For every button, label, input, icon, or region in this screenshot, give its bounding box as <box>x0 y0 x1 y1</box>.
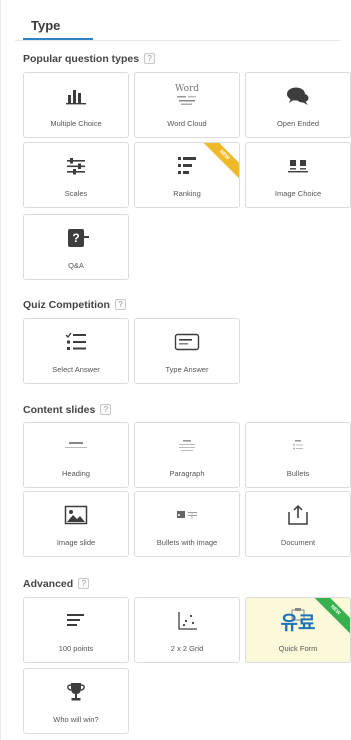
tile-label: Word Cloud <box>167 119 207 128</box>
tile-100-points[interactable]: 100 points <box>23 597 129 663</box>
tile-multiple-choice[interactable]: Multiple Choice <box>23 72 129 138</box>
tile-label: Scales <box>64 189 88 198</box>
tile-label: Type Answer <box>165 365 209 374</box>
tile-label: Multiple Choice <box>50 119 102 128</box>
help-icon[interactable]: ? <box>78 578 90 589</box>
tile-label: Bullets <box>286 469 310 478</box>
tile-label: 100 points <box>58 644 94 653</box>
document-upload-icon <box>288 504 308 525</box>
tile-type-answer[interactable]: Type Answer <box>134 318 240 384</box>
tile-label: Q&A <box>68 261 84 270</box>
tile-label: Quick Form <box>278 644 318 653</box>
tile-2x2-grid[interactable]: 2 x 2 Grid <box>134 597 240 663</box>
help-icon[interactable]: ? <box>114 299 126 310</box>
tile-paragraph[interactable]: Paragraph <box>134 422 240 488</box>
tile-heading[interactable]: Heading <box>23 422 129 488</box>
tile-label: 2 x 2 Grid <box>170 644 204 653</box>
tile-label: Select Answer <box>52 365 100 374</box>
grid-plot-icon <box>178 612 197 630</box>
checklist-icon <box>65 332 86 350</box>
tile-open-ended[interactable]: Open Ended <box>245 72 351 138</box>
section-title-content: Content slides? <box>23 404 112 416</box>
tab-type[interactable]: Type <box>23 12 93 40</box>
tab-type-label: Type <box>31 18 61 33</box>
tile-label: Bullets with image <box>156 538 218 547</box>
tab-divider <box>15 40 340 41</box>
image-choice-icon <box>288 160 308 173</box>
tile-image-choice[interactable]: Image Choice <box>245 142 351 208</box>
tile-qa[interactable]: ? Q&A <box>23 214 129 280</box>
bullets-image-icon <box>177 511 197 519</box>
trophy-icon <box>67 683 85 701</box>
help-icon[interactable]: ? <box>144 53 156 64</box>
question-type-panel: Type Popular question types? Multiple Ch… <box>0 0 351 740</box>
word-cloud-icon-text: Word <box>174 83 200 94</box>
tile-document[interactable]: Document <box>245 491 351 557</box>
tile-label: Heading <box>62 469 90 478</box>
question-mark-icon: ? <box>68 229 89 247</box>
tile-bullets-with-image[interactable]: Bullets with image <box>134 491 240 557</box>
lines-icon <box>67 614 84 626</box>
tile-who-will-win[interactable]: Who will win? <box>23 668 129 734</box>
tile-scales[interactable]: Scales <box>23 142 129 208</box>
section-title-advanced: Advanced? <box>23 578 90 590</box>
help-icon[interactable]: ? <box>100 404 112 415</box>
word-cloud-icon: Word <box>135 81 239 109</box>
image-icon <box>64 505 88 525</box>
tile-select-answer[interactable]: Select Answer <box>23 318 129 384</box>
tile-bullets[interactable]: Bullets <box>245 422 351 488</box>
tile-label: Image slide <box>56 538 96 547</box>
tile-word-cloud[interactable]: Word Word Cloud <box>134 72 240 138</box>
tile-label: Open Ended <box>276 119 320 128</box>
text-input-icon <box>174 333 200 351</box>
speech-bubbles-icon <box>287 87 309 105</box>
tile-label: Image Choice <box>274 189 322 198</box>
question-mark-icon-text: ? <box>72 231 80 245</box>
section-title-quiz: Quiz Competition? <box>23 299 126 311</box>
tile-ranking[interactable]: NEW Ranking <box>134 142 240 208</box>
tile-quick-form[interactable]: 유료 NEW Quick Form <box>245 597 351 663</box>
tile-image-slide[interactable]: Image slide <box>23 491 129 557</box>
bar-chart-icon <box>66 90 86 105</box>
tile-label: Paragraph <box>169 469 205 478</box>
bullets-icon <box>293 440 303 450</box>
tile-label: Document <box>280 538 316 547</box>
heading-icon <box>65 442 87 448</box>
sliders-icon <box>67 158 85 175</box>
ranking-icon <box>178 157 196 174</box>
tile-label: Ranking <box>173 189 201 198</box>
paragraph-icon <box>179 440 195 451</box>
tile-label: Who will win? <box>53 715 99 724</box>
section-title-popular: Popular question types? <box>23 53 156 65</box>
